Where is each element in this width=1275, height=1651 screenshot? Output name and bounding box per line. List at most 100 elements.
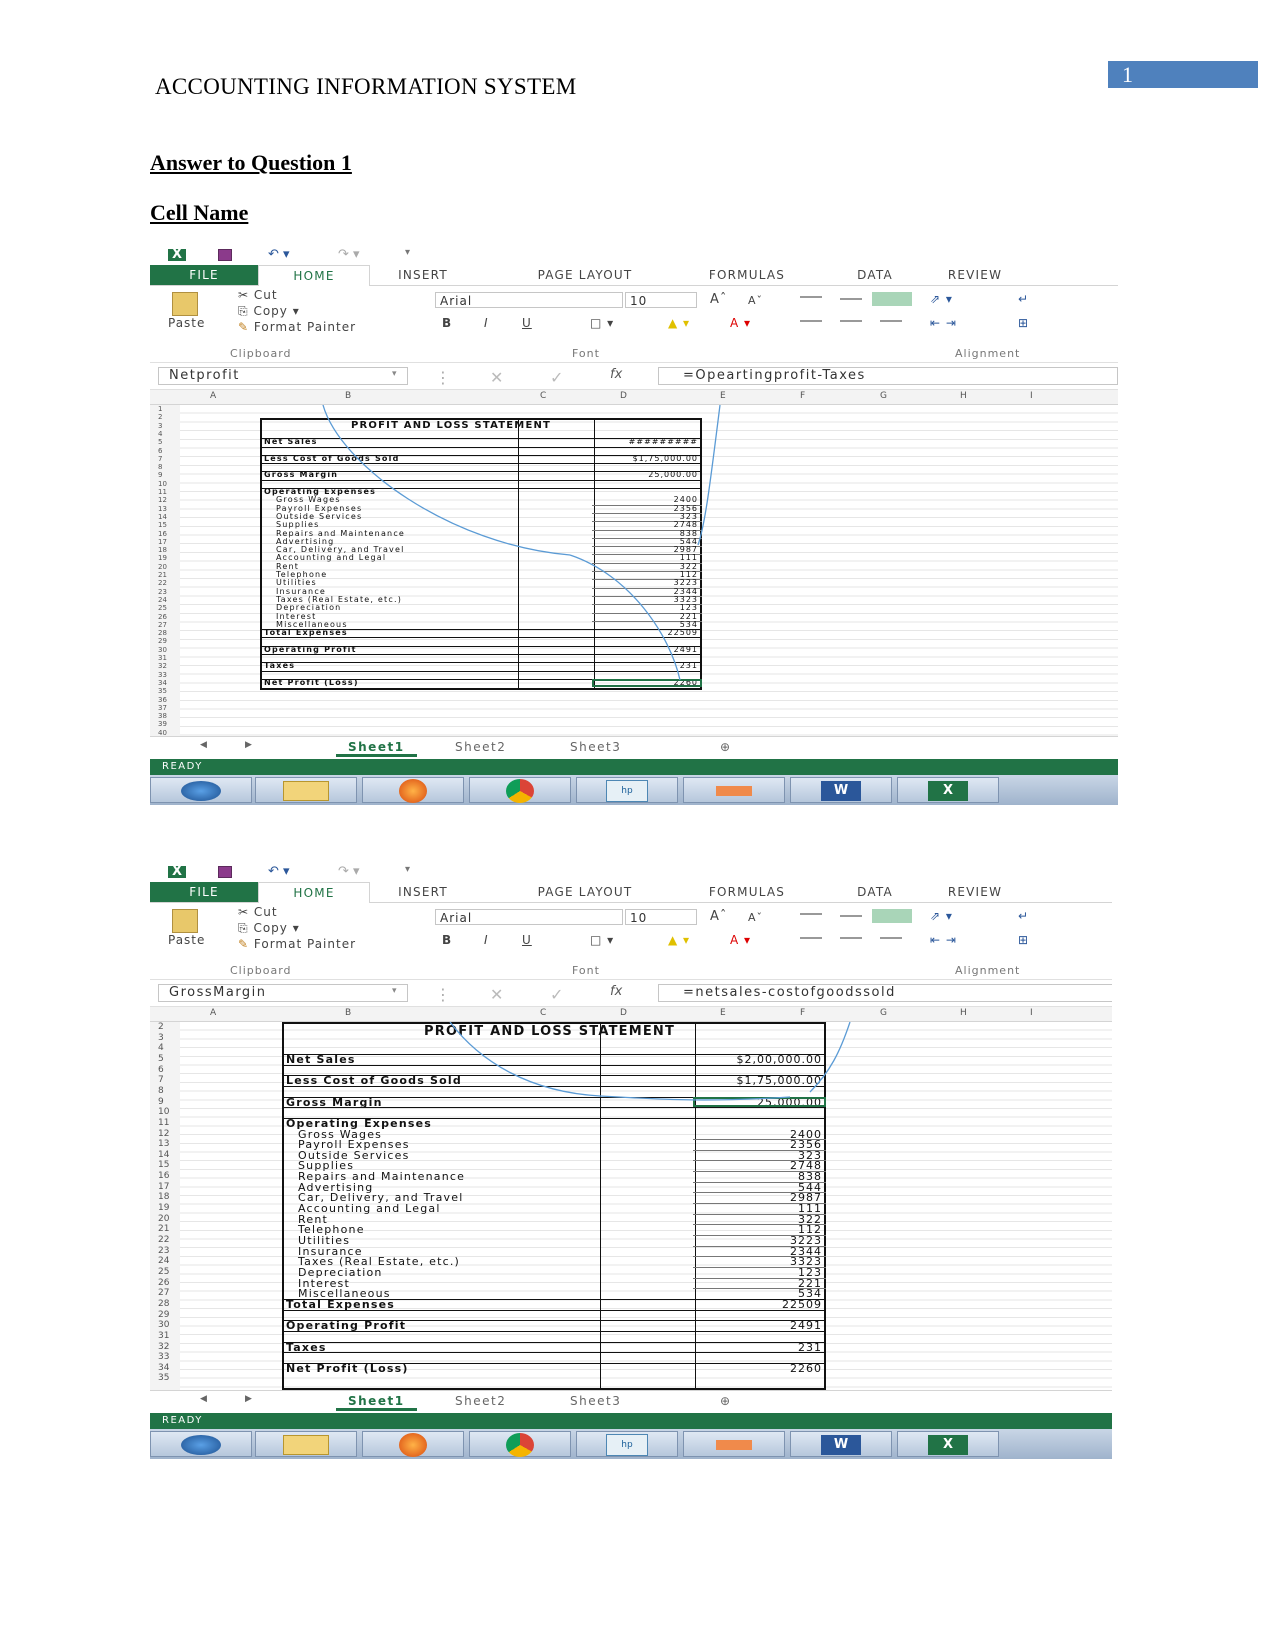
row-header[interactable]: 30 — [158, 1320, 169, 1330]
row-header[interactable]: 3 — [158, 422, 162, 430]
tab-page-layout[interactable]: PAGE LAYOUT — [505, 882, 665, 902]
row-header[interactable]: 3 — [158, 1033, 164, 1043]
row-header[interactable]: 17 — [158, 1182, 169, 1192]
tab-home[interactable]: HOME — [258, 882, 370, 904]
wrap-text-icon[interactable]: ↵ — [1018, 909, 1029, 923]
underline-button[interactable]: U — [522, 316, 532, 330]
row-header[interactable]: 18 — [158, 546, 167, 554]
font-size-select[interactable]: 10 — [625, 292, 697, 308]
new-sheet-icon[interactable]: ⊕ — [720, 1394, 732, 1408]
wrap-text-icon[interactable]: ↵ — [1018, 292, 1029, 306]
row-header[interactable]: 24 — [158, 596, 167, 604]
row-header[interactable]: 13 — [158, 505, 167, 513]
row-header[interactable]: 23 — [158, 1246, 169, 1256]
scroll-left-icon[interactable]: ◀ — [200, 1394, 208, 1404]
redo-icon[interactable]: ↷ ▾ — [338, 864, 360, 879]
column-header-e[interactable]: E — [720, 1008, 726, 1018]
row-header[interactable]: 9 — [158, 471, 162, 479]
row-header[interactable]: 13 — [158, 1139, 169, 1149]
row-header[interactable]: 30 — [158, 646, 167, 654]
bottom-align-icon[interactable] — [872, 909, 912, 923]
cancel-icon[interactable]: ✕ — [490, 985, 503, 1004]
font-size-select[interactable]: 10 — [625, 909, 697, 925]
align-right-icon[interactable] — [880, 320, 902, 322]
customize-qat-icon[interactable]: ▾ — [405, 247, 410, 258]
decrease-font-icon[interactable]: Aˇ — [748, 294, 763, 307]
merge-icon[interactable]: ⊞ — [1018, 933, 1029, 947]
column-header-c[interactable]: C — [540, 391, 546, 401]
row-header[interactable]: 24 — [158, 1256, 169, 1266]
windows-start-icon[interactable] — [150, 1431, 252, 1457]
row-header[interactable]: 27 — [158, 1288, 169, 1298]
paste-button[interactable]: Paste — [168, 933, 205, 947]
column-header-d[interactable]: D — [620, 1008, 627, 1018]
tab-page-layout[interactable]: PAGE LAYOUT — [505, 265, 665, 285]
row-header[interactable]: 11 — [158, 1118, 169, 1128]
align-center-icon[interactable] — [840, 937, 862, 939]
align-right-icon[interactable] — [880, 937, 902, 939]
scroll-right-icon[interactable]: ▶ — [245, 740, 253, 750]
merge-icon[interactable]: ⊞ — [1018, 316, 1029, 330]
orientation-icon[interactable]: ⇗ ▾ — [930, 292, 953, 306]
cut-button[interactable]: ✂ Cut — [238, 905, 278, 919]
row-header[interactable]: 34 — [158, 679, 167, 687]
cancel-icon[interactable]: ✕ — [490, 368, 503, 387]
scroll-left-icon[interactable]: ◀ — [200, 740, 208, 750]
italic-button[interactable]: I — [484, 933, 489, 947]
row-header[interactable]: 32 — [158, 1342, 169, 1352]
align-center-icon[interactable] — [840, 320, 862, 322]
row-header[interactable]: 22 — [158, 1235, 169, 1245]
sheet-tab-3[interactable]: Sheet3 — [570, 1394, 621, 1408]
column-header-i[interactable]: I — [1030, 391, 1033, 401]
row-header[interactable]: 15 — [158, 521, 167, 529]
borders-icon[interactable]: □ ▾ — [590, 316, 614, 330]
column-header-g[interactable]: G — [880, 391, 887, 401]
row-header[interactable]: 6 — [158, 447, 162, 455]
bottom-align-icon[interactable] — [872, 292, 912, 306]
windows-start-icon[interactable] — [150, 777, 252, 803]
app-icon[interactable] — [683, 777, 785, 803]
cut-button[interactable]: ✂ Cut — [238, 288, 278, 302]
scroll-right-icon[interactable]: ▶ — [245, 1394, 253, 1404]
redo-icon[interactable]: ↷ ▾ — [338, 247, 360, 262]
row-header[interactable]: 7 — [158, 455, 162, 463]
paste-icon[interactable] — [172, 292, 198, 316]
row-header[interactable]: 28 — [158, 629, 167, 637]
word-icon[interactable]: W — [790, 1431, 892, 1457]
row-header[interactable]: 12 — [158, 496, 167, 504]
insert-function-icon[interactable]: fx — [610, 367, 622, 382]
undo-icon[interactable]: ↶ ▾ — [268, 864, 290, 879]
tab-home[interactable]: HOME — [258, 265, 370, 287]
word-icon[interactable]: W — [790, 777, 892, 803]
enter-icon[interactable]: ✓ — [550, 368, 563, 387]
column-header-h[interactable]: H — [960, 1008, 967, 1018]
customize-qat-icon[interactable]: ▾ — [405, 864, 410, 875]
tab-review[interactable]: REVIEW — [930, 882, 1020, 902]
row-header[interactable]: 23 — [158, 588, 167, 596]
row-header[interactable]: 26 — [158, 1278, 169, 1288]
sheet-tab-1[interactable]: Sheet1 — [336, 740, 417, 757]
font-name-select[interactable]: Arial — [435, 909, 623, 925]
row-header[interactable]: 20 — [158, 1214, 169, 1224]
row-header[interactable]: 31 — [158, 654, 167, 662]
row-header[interactable]: 4 — [158, 430, 162, 438]
row-header[interactable]: 5 — [158, 1054, 164, 1064]
borders-icon[interactable]: □ ▾ — [590, 933, 614, 947]
middle-align-icon[interactable] — [840, 298, 862, 300]
tab-file[interactable]: FILE — [150, 882, 258, 902]
indent-icon[interactable]: ⇤ ⇥ — [930, 316, 957, 330]
row-header[interactable]: 7 — [158, 1075, 164, 1085]
row-header[interactable]: 21 — [158, 1224, 169, 1234]
underline-button[interactable]: U — [522, 933, 532, 947]
hp-icon[interactable]: hp — [576, 777, 678, 803]
top-align-icon[interactable] — [800, 296, 822, 298]
row-header[interactable]: 16 — [158, 1171, 169, 1181]
row-header[interactable]: 15 — [158, 1160, 169, 1170]
row-header[interactable]: 6 — [158, 1065, 164, 1075]
align-left-icon[interactable] — [800, 937, 822, 939]
tab-data[interactable]: DATA — [840, 882, 910, 902]
tab-insert[interactable]: INSERT — [383, 882, 463, 902]
decrease-font-icon[interactable]: Aˇ — [748, 911, 763, 924]
column-header-e[interactable]: E — [720, 391, 726, 401]
indent-icon[interactable]: ⇤ ⇥ — [930, 933, 957, 947]
